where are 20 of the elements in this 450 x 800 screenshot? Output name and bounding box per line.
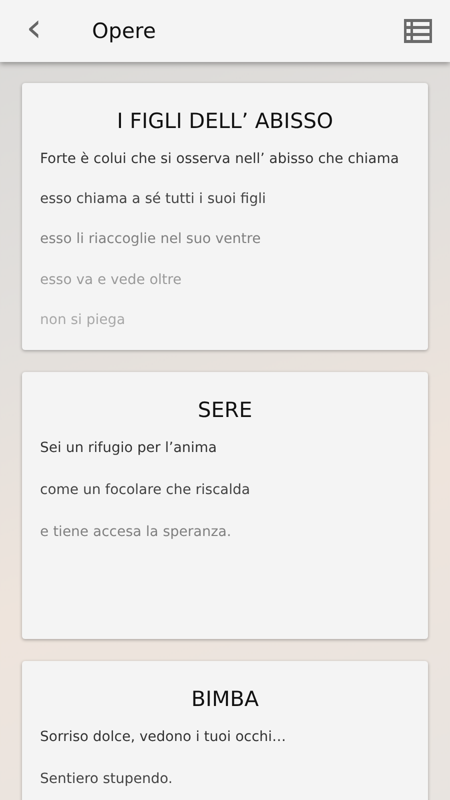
list-icon — [404, 19, 432, 43]
poem-line: esso chiama a sé tutti i suoi figli — [40, 190, 267, 210]
poem-card[interactable]: SERE Sei un rifugio per l’anima come un focolare che riscalda e tiene accesa la speranza. — [22, 372, 428, 639]
poem-line: come un focolare che riscalda — [40, 481, 252, 500]
poem-card[interactable]: I FIGLI DELL’ ABISSO Forte è colui che si osserva nell’ abisso che chiama esso chiama a sé tutti i suoi figli esso li riaccoglie nel suo ventre esso va e vede oltre non si piega — [22, 83, 428, 350]
poem-line: esso li riaccoglie nel suo ventre — [40, 230, 262, 250]
poem-line: Sentiero stupendo. — [40, 770, 174, 789]
poem-line: esso va e vede oltre — [40, 270, 182, 290]
poem-card[interactable]: BIMBA Sorriso dolce, vedono i tuoi occhi… Sentiero stupendo. — [22, 661, 428, 800]
list-view-button[interactable] — [404, 19, 432, 43]
poem-line: Sei un rifugio per l’anima — [40, 439, 218, 458]
poem-title: I FIGLI DELL’ ABISSO — [116, 108, 334, 135]
page-title: Opere — [92, 19, 157, 43]
poem-line: e tiene accesa la speranza. — [40, 523, 232, 542]
poem-title: SERE — [196, 397, 254, 424]
poem-line: non si piega — [40, 310, 126, 330]
poem-title: BIMBA — [190, 686, 260, 713]
poem-line: Sorriso dolce, vedono i tuoi occhi… — [40, 728, 288, 747]
poem-line: Forte è colui che si osserva nell’ abisso che chiama — [40, 150, 400, 169]
back-button[interactable]: ‹ — [20, 8, 48, 48]
